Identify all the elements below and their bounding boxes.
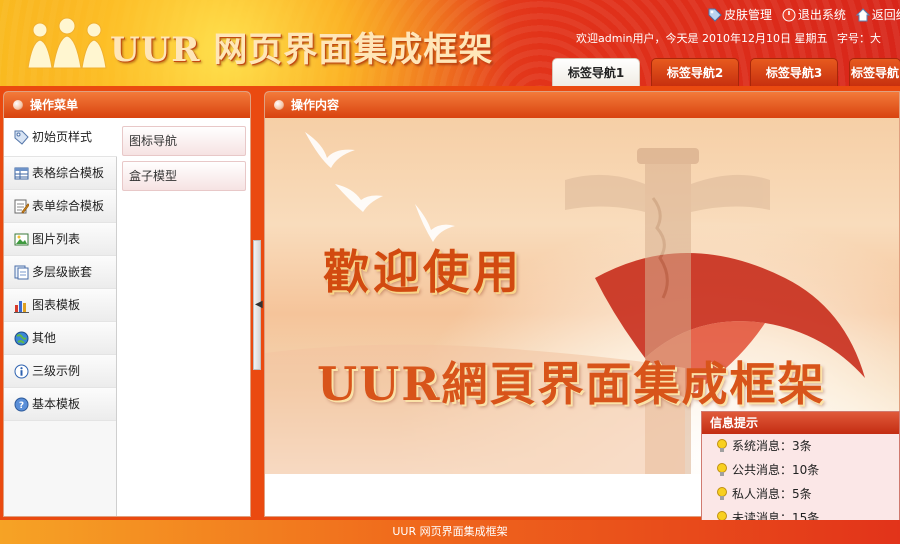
lightbulb-icon — [717, 487, 727, 500]
menu-item-basic-template[interactable]: ? 基本模板 — [4, 388, 116, 421]
menu-item-three-level[interactable]: 三级示例 — [4, 355, 116, 388]
info-item-label: 系统消息：3条 — [732, 439, 812, 453]
operation-content-title: 操作内容 — [291, 98, 340, 112]
operation-content-header: 操作内容 — [265, 92, 899, 118]
top-links: 皮肤管理 退出系统 返回结 — [708, 6, 900, 25]
welcome-text: 欢迎admin用户，今天是 2010年12月10日 星期五 — [576, 32, 828, 45]
footer: UUR 网页界面集成框架 — [0, 520, 900, 544]
skin-manage-label: 皮肤管理 — [724, 8, 773, 22]
svg-text:?: ? — [19, 401, 24, 411]
menu-item-table-template[interactable]: 表格综合模板 — [4, 157, 116, 190]
menu-list: 初始页样式 表格综合模板 表单综合模板 图片列表 多层级嵌套 图表模板 其他 三… — [4, 118, 117, 516]
menu-item-other[interactable]: 其他 — [4, 322, 116, 355]
bar-chart-icon — [14, 300, 29, 313]
menu-item-label: 图表模板 — [32, 298, 81, 312]
menu-item-label: 多层级嵌套 — [32, 265, 93, 279]
menu-item-label: 其他 — [32, 331, 57, 345]
logout-label: 退出系统 — [797, 8, 846, 22]
info-icon — [14, 364, 29, 378]
tab-nav-4[interactable]: 标签导航 — [849, 58, 900, 86]
tab-nav-3[interactable]: 标签导航3 — [750, 58, 838, 86]
menu-item-initial-page-style[interactable]: 初始页样式 — [4, 118, 117, 157]
menu-item-chart-template[interactable]: 图表模板 — [4, 289, 116, 322]
power-icon — [782, 8, 796, 21]
return-link[interactable]: 返回结 — [855, 6, 900, 23]
return-label: 返回结 — [871, 8, 900, 22]
bullet-icon — [13, 100, 23, 110]
tag-icon — [14, 130, 29, 145]
header: UUR 网页界面集成框架 皮肤管理 退出系统 返回结 欢迎admin用户，今天是… — [0, 0, 900, 86]
menu-item-label: 表单综合模板 — [32, 199, 105, 213]
help-icon: ? — [14, 397, 29, 411]
home-icon — [855, 7, 870, 21]
menu-item-nested[interactable]: 多层级嵌套 — [4, 256, 116, 289]
info-item-label: 公共消息：10条 — [732, 463, 820, 477]
menu-item-label: 基本模板 — [32, 397, 81, 411]
picture-icon — [14, 233, 29, 245]
sub-menu-list: 图标导航 盒子模型 — [122, 126, 246, 196]
tab-nav-1[interactable]: 标签导航1 — [552, 58, 640, 86]
info-popup-title: 信息提示 — [702, 412, 899, 434]
menu-item-label: 初始页样式 — [32, 130, 93, 144]
lightbulb-icon — [717, 439, 727, 452]
operation-menu-header: 操作菜单 — [4, 92, 250, 118]
app-title: UUR 网页界面集成框架 — [110, 30, 494, 70]
font-size-label[interactable]: 字号：大 — [837, 32, 881, 45]
logout-link[interactable]: 退出系统 — [782, 6, 846, 23]
menu-item-label: 三级示例 — [32, 364, 81, 378]
menu-item-picture-list[interactable]: 图片列表 — [4, 223, 116, 256]
menu-item-form-template[interactable]: 表单综合模板 — [4, 190, 116, 223]
sub-item-icon-nav[interactable]: 图标导航 — [122, 126, 246, 156]
welcome-bar: 欢迎admin用户，今天是 2010年12月10日 星期五 字号：大 — [576, 30, 887, 46]
menu-item-label: 图片列表 — [32, 232, 81, 246]
sub-item-box-model[interactable]: 盒子模型 — [122, 161, 246, 191]
skin-manage-link[interactable]: 皮肤管理 — [708, 6, 772, 23]
banner-welcome-text: 歡迎使用 — [323, 245, 523, 299]
bullet-icon — [274, 100, 284, 110]
lightbulb-icon — [717, 463, 727, 476]
info-item-private[interactable]: 私人消息：5条 — [702, 482, 899, 506]
info-item-public[interactable]: 公共消息：10条 — [702, 458, 899, 482]
info-item-system[interactable]: 系统消息：3条 — [702, 434, 899, 458]
operation-menu-panel: 操作菜单 初始页样式 表格综合模板 表单综合模板 图片列表 多层级嵌套 图表模板 — [3, 91, 251, 517]
table-icon — [14, 167, 29, 179]
tag-icon — [708, 8, 722, 22]
globe-icon — [14, 331, 29, 345]
nested-icon — [14, 265, 29, 279]
tab-nav-2[interactable]: 标签导航2 — [651, 58, 739, 86]
logo-people-icon — [27, 17, 107, 69]
panel-splitter[interactable]: ◀ — [253, 240, 263, 370]
form-icon — [14, 199, 29, 214]
banner-slogan-text: UUR網頁界面集成框架 — [317, 357, 826, 411]
menu-item-label: 表格综合模板 — [32, 166, 105, 180]
collapse-left-icon[interactable]: ◀ — [255, 299, 263, 310]
operation-menu-title: 操作菜单 — [30, 98, 79, 112]
info-item-label: 私人消息：5条 — [732, 487, 812, 501]
